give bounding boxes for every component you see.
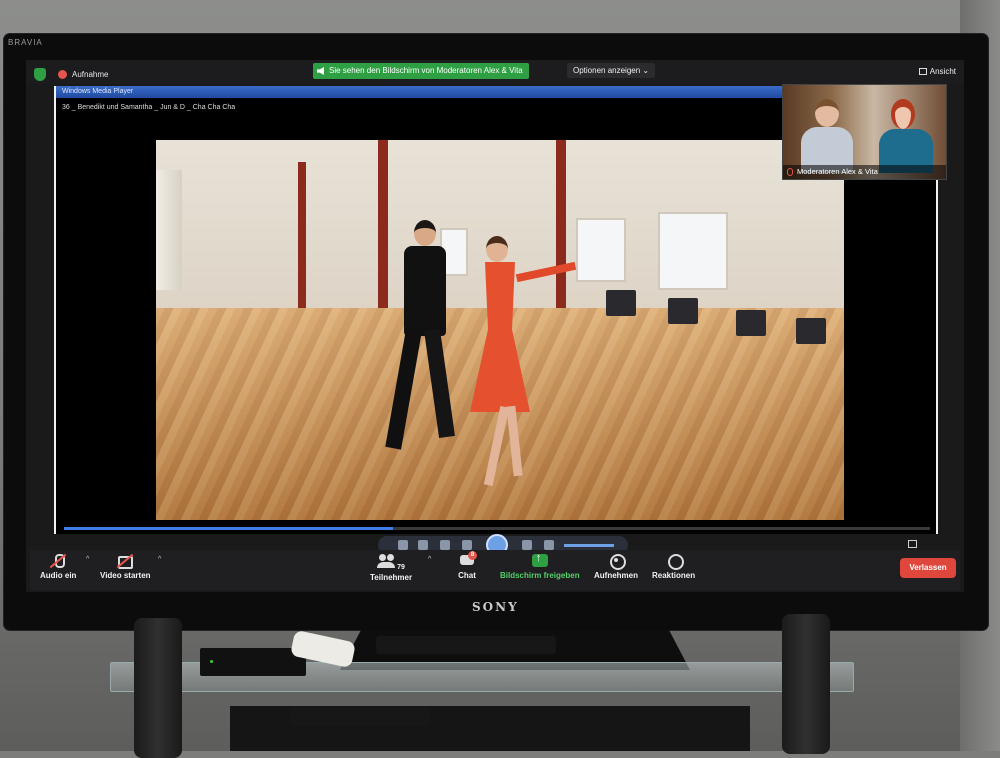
female-dancer-head: [486, 236, 508, 262]
view-options-label: Optionen anzeigen: [573, 66, 641, 75]
volume-icon[interactable]: [544, 540, 554, 550]
grid-icon: [918, 68, 927, 75]
zoom-toolbar: Audio ein ^ Video starten ^ 79 Teilnehme…: [30, 550, 960, 590]
zoom-top-bar: Aufnahme Sie sehen den Bildschirm von Mo…: [26, 60, 964, 84]
video-frame[interactable]: [156, 140, 844, 520]
chair: [606, 290, 636, 316]
participant-vita: [875, 99, 935, 173]
participant-name: Moderatoren Alex & Vita: [797, 167, 878, 176]
recording-label[interactable]: Aufnahme: [72, 70, 108, 79]
zoom-meeting-window: Aufnahme Sie sehen den Bildschirm von Mo…: [26, 60, 964, 592]
video-options-caret[interactable]: ^: [158, 556, 161, 563]
participant-head: [891, 99, 915, 129]
chair: [796, 318, 826, 344]
view-button[interactable]: Ansicht: [918, 67, 956, 76]
reactions-button[interactable]: Reaktionen: [652, 554, 695, 580]
leave-button[interactable]: Verlassen: [900, 558, 956, 578]
female-dancer-leg: [506, 405, 523, 477]
male-dancer-head: [414, 220, 436, 246]
record-label: Aufnehmen: [594, 571, 638, 580]
view-options-button[interactable]: Optionen anzeigen ⌄: [567, 63, 656, 78]
stop-icon[interactable]: [440, 540, 450, 550]
audio-label: Audio ein: [40, 571, 77, 580]
chat-button[interactable]: 8 Chat: [458, 551, 477, 580]
male-dancer-leg: [424, 328, 455, 439]
tv-model-label: BRAVIA: [8, 38, 43, 47]
curtain: [156, 170, 182, 290]
ballroom-pillar: [378, 140, 388, 320]
reactions-icon: [665, 554, 684, 570]
seek-bar-fill: [64, 527, 394, 530]
chat-label: Chat: [458, 571, 476, 580]
speaker-icon: [317, 67, 324, 75]
shuffle-icon[interactable]: [398, 540, 408, 550]
audio-button[interactable]: Audio ein: [40, 554, 76, 580]
volume-slider[interactable]: [564, 544, 614, 547]
chair: [668, 298, 698, 324]
ballroom-window: [658, 212, 728, 290]
reactions-label: Reaktionen: [652, 571, 696, 580]
male-dancer-torso: [404, 246, 446, 336]
female-dancer-dress: [470, 262, 530, 412]
participants-button[interactable]: 79 Teilnehmer: [370, 554, 412, 582]
remote-control: [290, 708, 430, 726]
record-button[interactable]: Aufnehmen: [594, 554, 638, 580]
mic-muted-icon: [787, 168, 793, 176]
chevron-down-icon: ⌄: [642, 66, 650, 75]
audio-options-caret[interactable]: ^: [86, 556, 89, 563]
share-screen-icon: [531, 552, 549, 568]
participant-head: [815, 99, 839, 127]
participant-name-label: Moderatoren Alex & Vita: [783, 165, 946, 179]
ballroom-pillar: [298, 162, 306, 322]
tv-remote: [376, 636, 556, 654]
previous-icon[interactable]: [462, 540, 472, 550]
video-label: Video starten: [100, 571, 151, 580]
camera-off-icon: [116, 554, 134, 569]
tv-brand-logo: SONY: [472, 600, 519, 614]
participants-icon: [377, 554, 396, 568]
fullscreen-icon[interactable]: [908, 540, 917, 548]
chat-badge: 8: [468, 551, 477, 560]
speaker-left: [134, 618, 182, 758]
screen-share-banner-text: Sie sehen den Bildschirm von Moderatoren…: [329, 66, 523, 75]
female-dancer: [456, 236, 577, 516]
chat-icon: 8: [458, 551, 477, 568]
participants-options-caret[interactable]: ^: [428, 556, 431, 563]
record-button-icon: [607, 554, 626, 570]
participant-video-thumbnail[interactable]: Moderatoren Alex & Vita: [782, 84, 947, 180]
ballroom-window: [576, 218, 626, 282]
speaker-right: [782, 614, 830, 754]
participants-count: 79: [397, 564, 405, 571]
television: BRAVIA Aufnahme Sie sehen den Bildschirm…: [4, 34, 988, 630]
shield-icon[interactable]: [34, 68, 46, 81]
set-top-box: [200, 648, 306, 676]
player-file-name: 36 _ Benedikt und Samantha _ Jun & D _ C…: [62, 104, 236, 111]
share-screen-button[interactable]: Bildschirm freigeben: [500, 552, 580, 580]
screen-share-banner: Sie sehen den Bildschirm von Moderatoren…: [313, 63, 529, 79]
participants-label: Teilnehmer: [370, 573, 413, 582]
box-led: [210, 660, 213, 663]
share-label: Bildschirm freigeben: [500, 571, 580, 580]
female-dancer-leg: [483, 405, 510, 487]
repeat-icon[interactable]: [418, 540, 428, 550]
chair: [736, 310, 766, 336]
male-dancer: [385, 220, 455, 480]
mic-muted-icon: [49, 554, 67, 568]
participant-alex: [801, 99, 853, 173]
video-button[interactable]: Video starten: [100, 554, 151, 580]
record-icon: [58, 70, 67, 79]
view-label: Ansicht: [929, 67, 956, 76]
next-icon[interactable]: [522, 540, 532, 550]
seek-bar[interactable]: [64, 527, 930, 530]
